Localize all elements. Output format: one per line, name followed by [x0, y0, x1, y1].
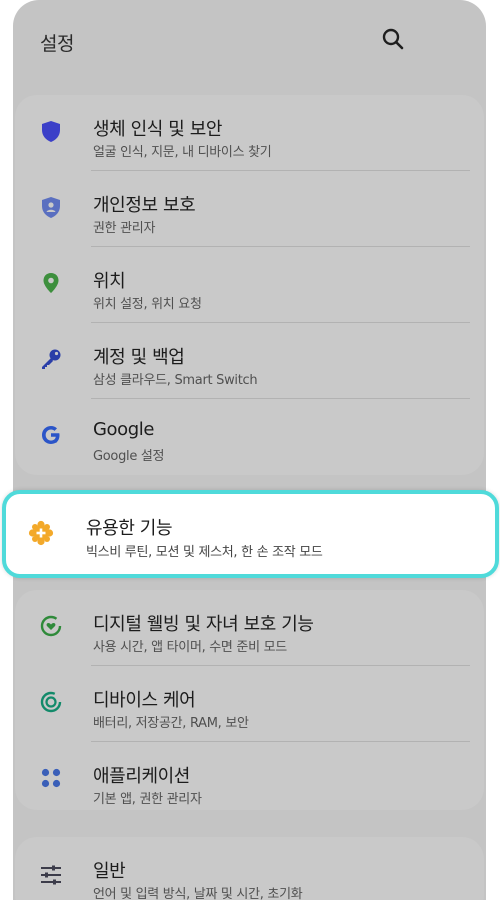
setting-item-subtitle: 권한 관리자 [93, 221, 156, 236]
setting-item-title: 개인정보 보호 [93, 195, 196, 216]
setting-item-title: 계정 및 백업 [93, 347, 185, 368]
setting-item-location[interactable]: 위치 위치 설정, 위치 요청 [15, 247, 484, 323]
setting-item-advanced-features[interactable]: 유용한 기능 빅스비 루틴, 모션 및 제스처, 한 손 조작 모드 [2, 490, 499, 578]
key-icon [42, 349, 61, 369]
setting-item-google[interactable]: Google Google 설정 [15, 399, 484, 475]
setting-item-title: 디바이스 케어 [93, 690, 196, 711]
puzzle-gear-icon [28, 520, 54, 546]
setting-item-subtitle: 얼굴 인식, 지문, 내 디바이스 찾기 [93, 145, 272, 160]
setting-item-privacy[interactable]: 개인정보 보호 권한 관리자 [15, 171, 484, 247]
setting-item-subtitle: 빅스비 루틴, 모션 및 제스처, 한 손 조작 모드 [86, 545, 323, 560]
privacy-shield-icon [42, 197, 60, 218]
device-care-icon [40, 691, 62, 713]
google-icon [42, 426, 60, 444]
setting-item-subtitle: 위치 설정, 위치 요청 [93, 297, 202, 312]
wellbeing-heart-icon [40, 615, 62, 637]
setting-item-title: 유용한 기능 [86, 518, 173, 539]
sliders-icon [41, 865, 61, 885]
settings-screen: 설정 생체 인식 및 보안 얼굴 인식, 지문, 내 디바이스 찾기 개인정보 … [13, 0, 486, 900]
setting-item-digital-wellbeing[interactable]: 디지털 웰빙 및 자녀 보호 기능 사용 시간, 앱 타이머, 수면 준비 모드 [15, 590, 484, 666]
app-bar: 설정 [13, 0, 486, 80]
apps-grid-icon [41, 768, 61, 788]
setting-item-subtitle: 언어 및 입력 방식, 날짜 및 시간, 초기화 [93, 887, 303, 900]
location-pin-icon [43, 273, 59, 293]
setting-item-subtitle: 삼성 클라우드, Smart Switch [93, 373, 258, 388]
settings-group-security: 생체 인식 및 보안 얼굴 인식, 지문, 내 디바이스 찾기 개인정보 보호 … [15, 95, 484, 475]
shield-icon [42, 121, 60, 142]
page-title: 설정 [40, 33, 74, 55]
setting-item-title: 위치 [93, 271, 126, 292]
setting-item-title: Google [93, 419, 155, 440]
setting-item-title: 생체 인식 및 보안 [93, 119, 223, 140]
settings-group-wellbeing: 디지털 웰빙 및 자녀 보호 기능 사용 시간, 앱 타이머, 수면 준비 모드… [15, 590, 484, 810]
setting-item-subtitle: 배터리, 저장공간, RAM, 보안 [93, 716, 249, 731]
setting-item-title: 애플리케이션 [93, 766, 190, 787]
setting-item-title: 디지털 웰빙 및 자녀 보호 기능 [93, 614, 314, 635]
setting-item-device-care[interactable]: 디바이스 케어 배터리, 저장공간, RAM, 보안 [15, 666, 484, 742]
setting-item-applications[interactable]: 애플리케이션 기본 앱, 권한 관리자 [15, 742, 484, 810]
setting-item-accounts-backup[interactable]: 계정 및 백업 삼성 클라우드, Smart Switch [15, 323, 484, 399]
setting-item-title: 일반 [93, 861, 126, 882]
setting-item-subtitle: 기본 앱, 권한 관리자 [93, 792, 202, 807]
setting-item-biometrics-security[interactable]: 생체 인식 및 보안 얼굴 인식, 지문, 내 디바이스 찾기 [15, 95, 484, 171]
setting-item-subtitle: Google 설정 [93, 449, 165, 464]
search-icon[interactable] [380, 26, 406, 52]
setting-item-subtitle: 사용 시간, 앱 타이머, 수면 준비 모드 [93, 640, 287, 655]
setting-item-general[interactable]: 일반 언어 및 입력 방식, 날짜 및 시간, 초기화 [15, 837, 484, 900]
settings-group-general: 일반 언어 및 입력 방식, 날짜 및 시간, 초기화 [15, 837, 484, 900]
